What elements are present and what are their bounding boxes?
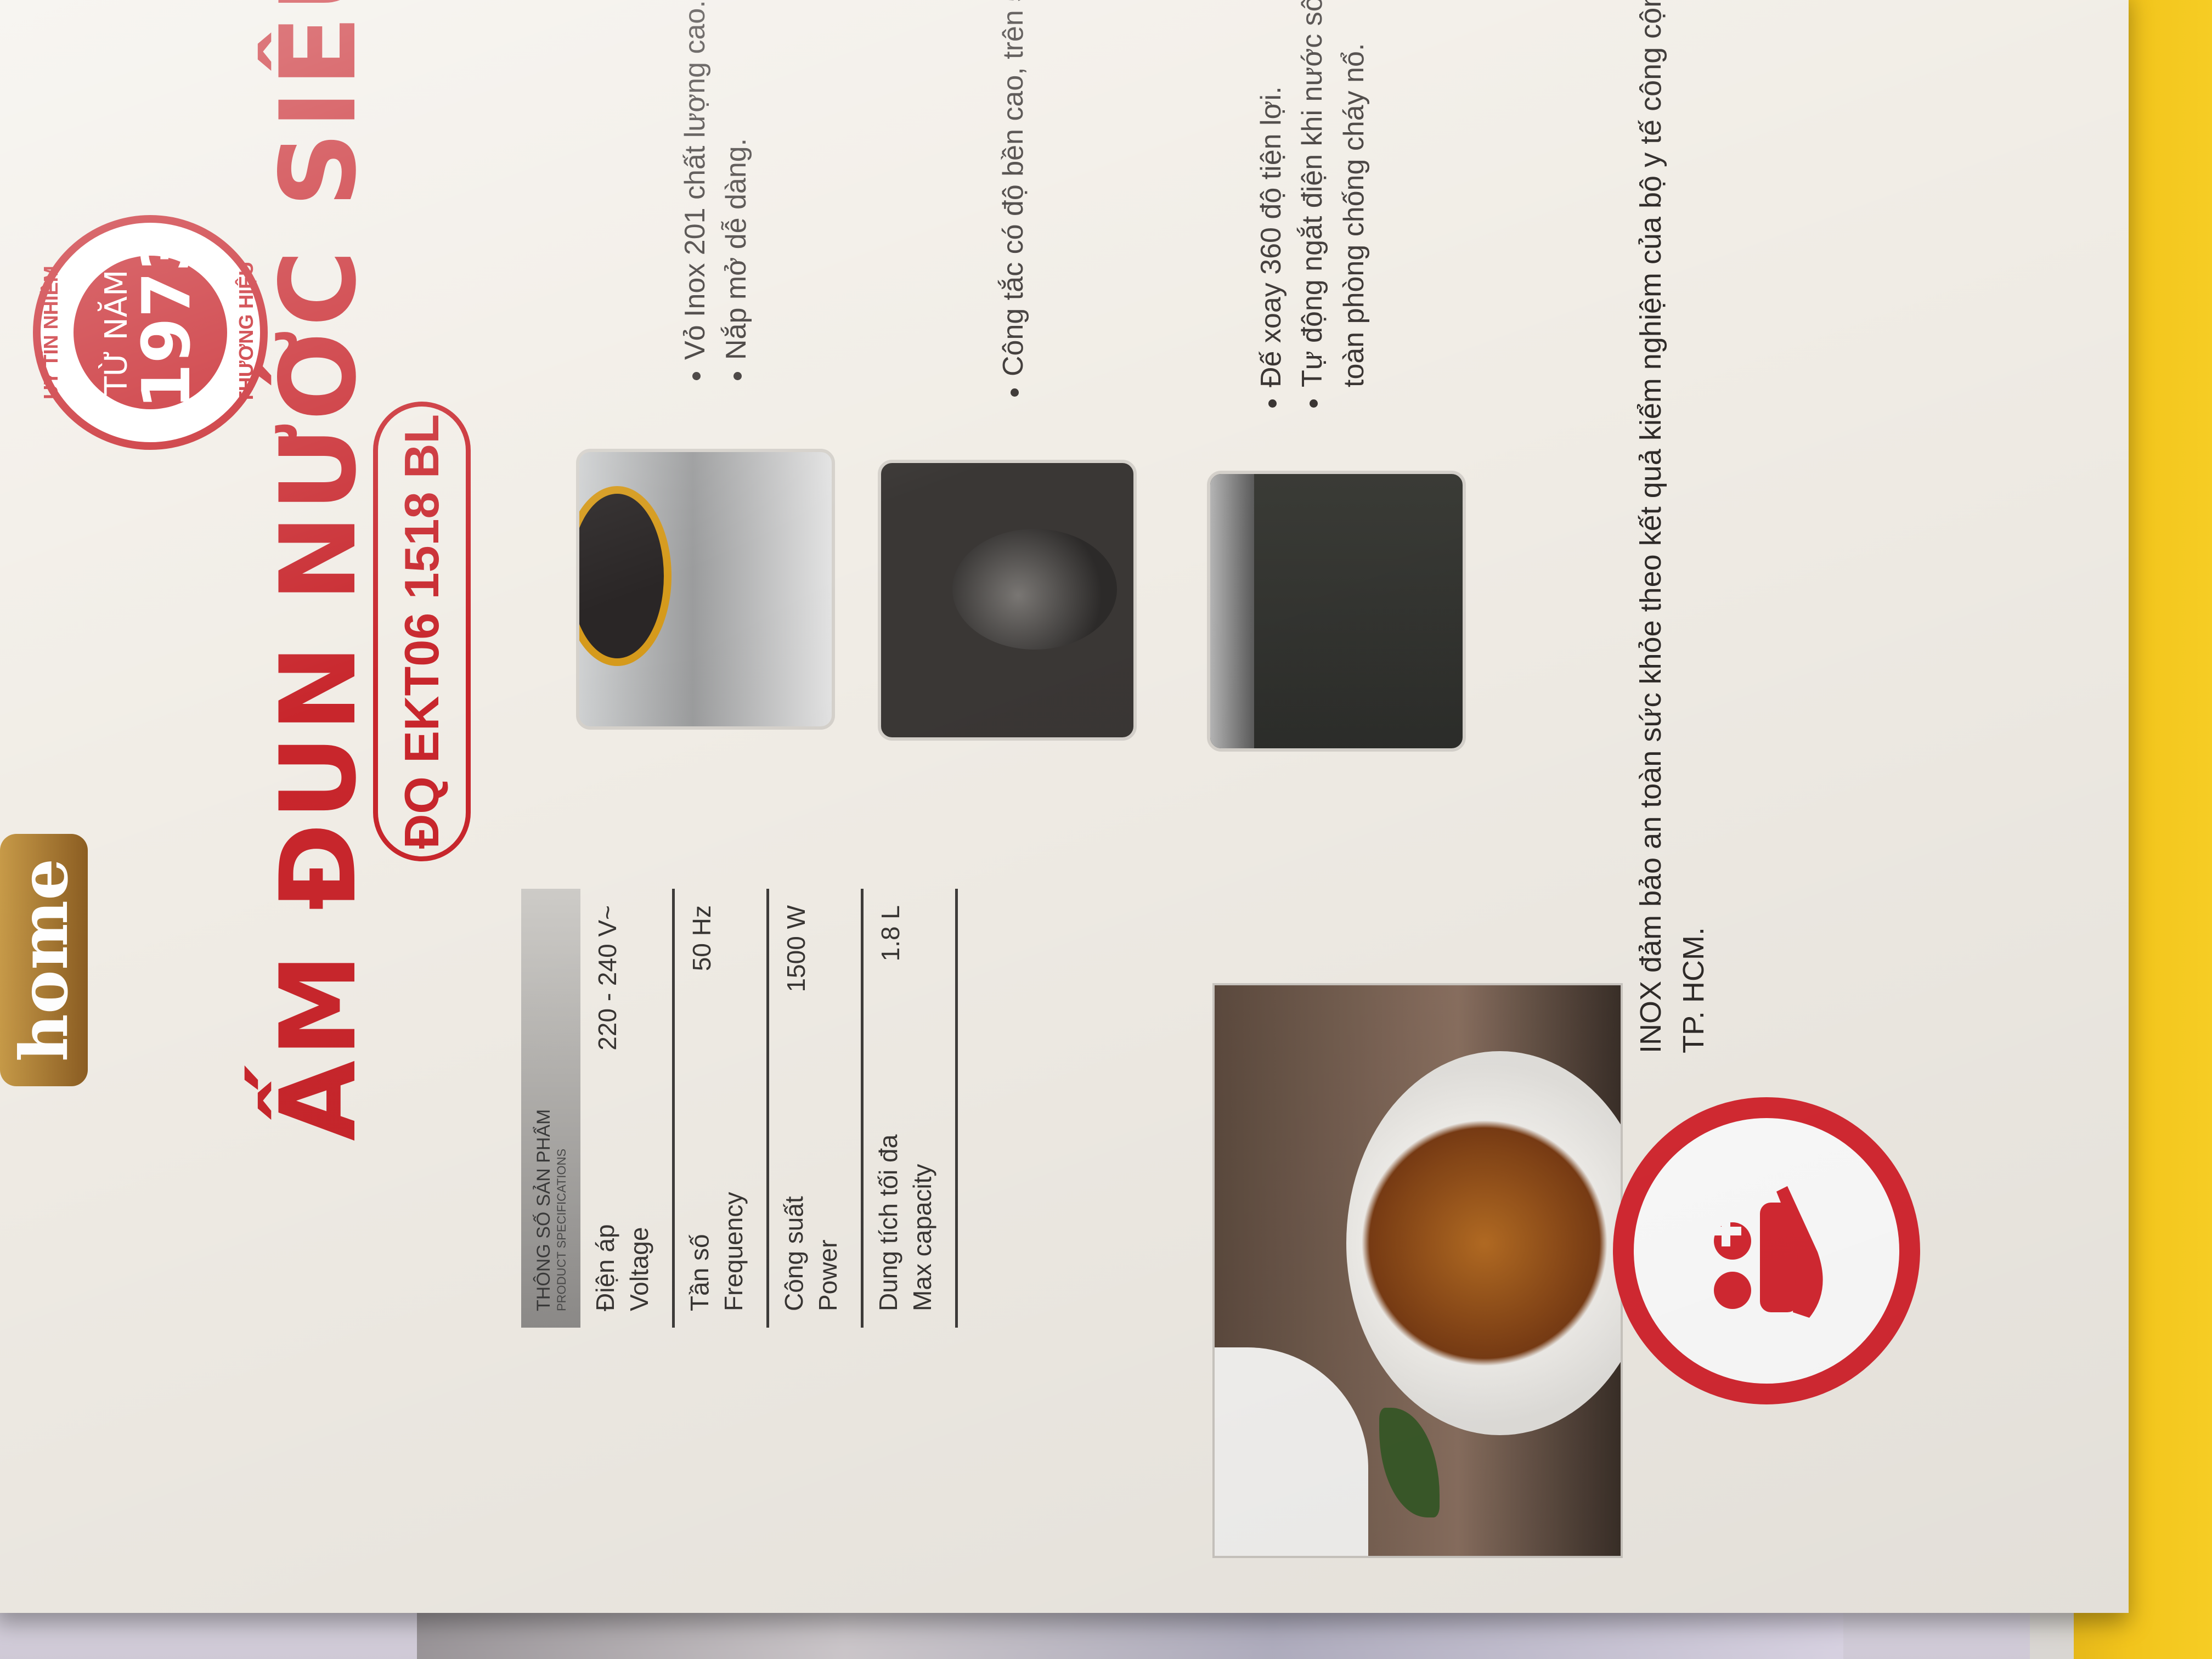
spec-label-vi: Công suất <box>780 1196 808 1311</box>
spec-table-header: THÔNG SỐ SẢN PHẨM PRODUCT SPECIFICATIONS <box>521 889 580 1328</box>
feature-list-base: Đế xoay 360 độ tiện lợi. Tự động ngắt đi… <box>1251 0 1375 411</box>
hand-medical-icon <box>1711 1186 1823 1318</box>
table-row: Công suất Power 1500 W <box>769 889 864 1328</box>
since-1973-seal: UY TÍN NHIỀM TỪ NĂM 1973 THƯƠNG HIỆU <box>33 215 268 450</box>
seal-year: 1973 <box>129 226 205 409</box>
model-number-badge: ĐQ EKT06 1518 BL <box>373 402 471 861</box>
spec-value: 1.8 L <box>876 905 905 962</box>
list-item: Vỏ Inox 201 chất lượng cao. <box>675 0 716 360</box>
photo-scene: home UY TÍN NHIỀM TỪ NĂM 1973 THƯƠNG HIỆ… <box>0 0 2212 1659</box>
table-row: Tần số Frequency 50 Hz <box>675 889 769 1328</box>
box-print-panel: home UY TÍN NHIỀM TỪ NĂM 1973 THƯƠNG HIỆ… <box>0 0 2079 1613</box>
spec-label-vi: Dung tích tối đa <box>874 1134 902 1311</box>
spec-value: 220 - 240 V~ <box>593 905 622 1051</box>
spec-label-en: Max capacity <box>908 1164 937 1311</box>
feature-list-body: Vỏ Inox 201 chất lượng cao. Nắp mở dễ dà… <box>675 0 758 384</box>
list-item: Nắp mở dễ dàng. <box>716 0 757 360</box>
product-title: ẤM ĐUN NƯỚC SIÊU TỐC <box>258 0 379 1141</box>
spec-label-vi: Tần số <box>685 1234 714 1311</box>
seal-ring-bottom-text: THƯƠNG HIỆU <box>235 261 257 404</box>
lid-photo <box>576 449 835 730</box>
spec-table: THÔNG SỐ SẢN PHẨM PRODUCT SPECIFICATIONS… <box>521 889 958 1328</box>
spec-subtitle: PRODUCT SPECIFICATIONS <box>555 1148 568 1311</box>
spec-value: 50 Hz <box>687 905 716 972</box>
health-safety-icon <box>1613 1097 1920 1404</box>
base-photo <box>1207 471 1466 752</box>
seal-ring-top-text: UY TÍN NHIỀM <box>40 266 62 399</box>
list-item: Đế xoay 360 độ tiện lợi. <box>1251 0 1292 387</box>
spec-label-en: Power <box>814 1239 843 1311</box>
home-logo: home <box>0 834 88 1086</box>
product-box: home UY TÍN NHIỀM TỪ NĂM 1973 THƯƠNG HIỆ… <box>0 0 2129 1613</box>
switch-photo <box>878 460 1137 741</box>
spec-title: THÔNG SỐ SẢN PHẨM <box>533 1109 554 1311</box>
list-item: Công tắc có độ bền cao, trên 5000 lần bậ… <box>993 0 1034 376</box>
table-row: Dung tích tối đa Max capacity 1.8 L <box>864 889 958 1328</box>
table-row: Điện áp Voltage 220 - 240 V~ <box>580 889 675 1328</box>
spec-label-en: Frequency <box>719 1192 748 1311</box>
home-logo-text: home <box>5 858 83 1062</box>
feature-list-switch: Công tắc có độ bền cao, trên 5000 lần bậ… <box>993 0 1034 400</box>
spec-value: 1500 W <box>782 905 810 992</box>
list-item: Tự động ngắt điện khi nước sôi hoặc cạn … <box>1292 0 1375 387</box>
health-claim-text: INOX đảm bảo an toàn sức khỏe theo kết q… <box>1634 0 1711 1053</box>
seal-center: TỪ NĂM 1973 <box>74 226 227 409</box>
tea-pouring-photo <box>1212 983 1623 1558</box>
spec-label-en: Voltage <box>625 1227 654 1311</box>
spec-label-vi: Điện áp <box>591 1224 619 1311</box>
